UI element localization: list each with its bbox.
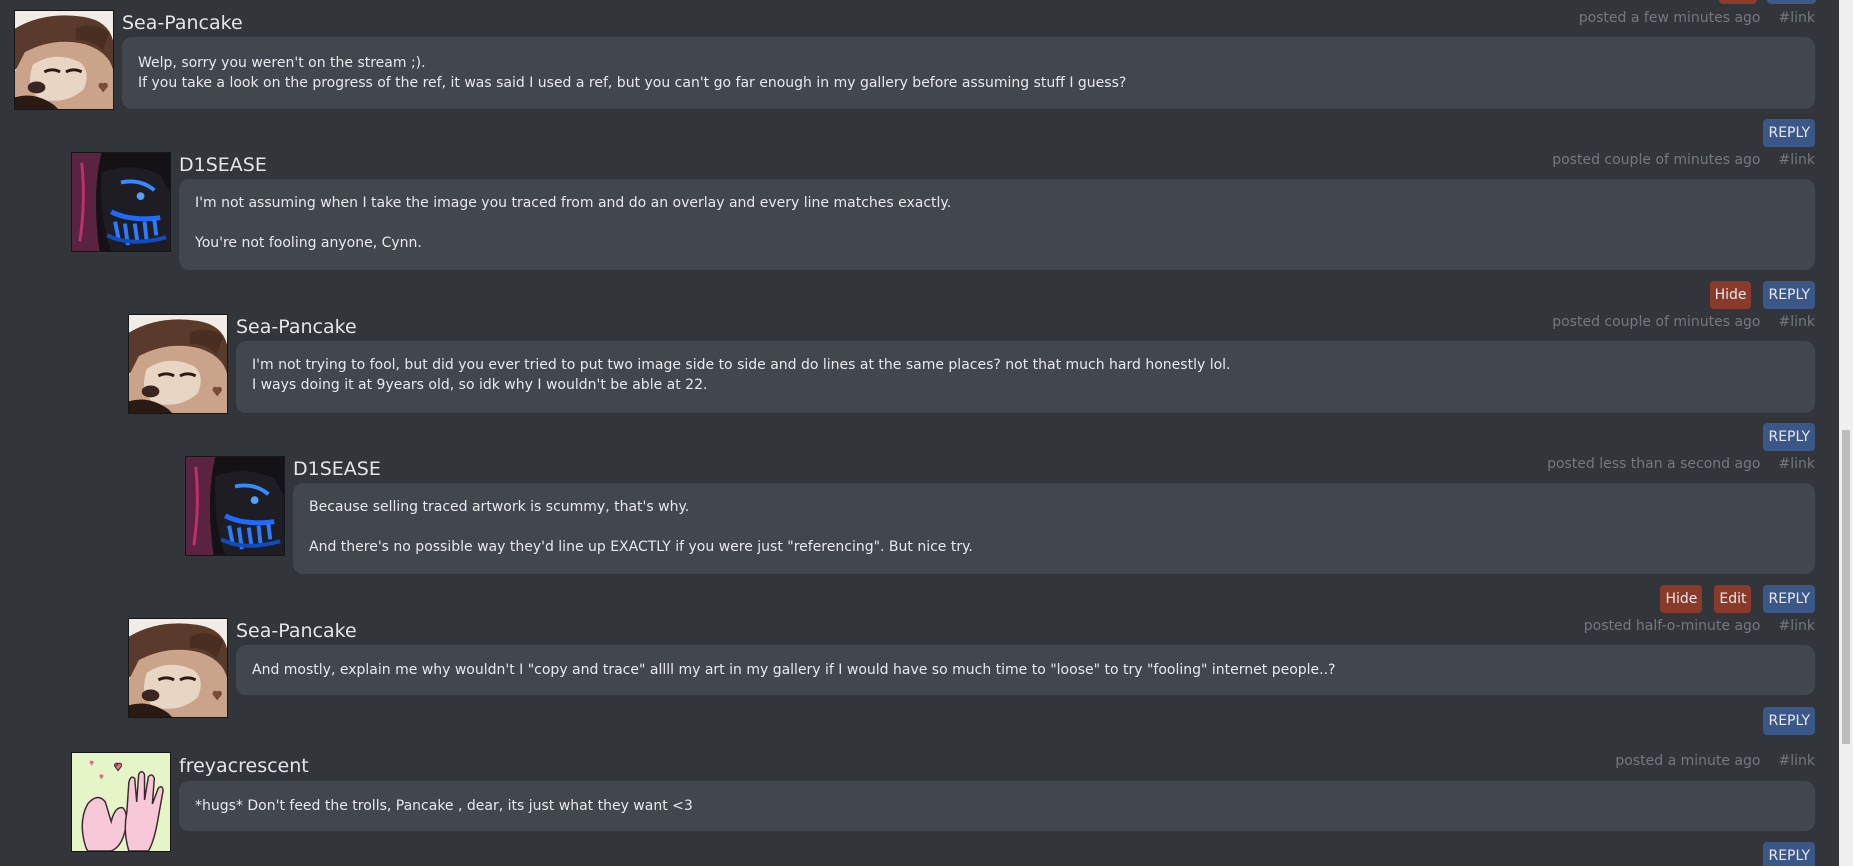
permalink[interactable]: #link xyxy=(1779,314,1816,330)
avatar[interactable] xyxy=(128,314,228,414)
comment-meta: posted half-o-minute ago #link xyxy=(1584,618,1815,634)
edit-button[interactable]: Edit xyxy=(1714,585,1752,613)
username[interactable]: Sea-Pancake xyxy=(236,316,357,338)
comment-line: If you take a look on the progress of th… xyxy=(138,75,1127,91)
comment-line xyxy=(195,213,1799,233)
timestamp: posted half-o-minute ago xyxy=(1583,618,1761,634)
comment-line: And mostly, explain me why wouldn't I "c… xyxy=(252,662,1336,678)
scrollbar-thumb[interactable] xyxy=(1842,430,1850,744)
comment-body: And mostly, explain me why wouldn't I "c… xyxy=(236,645,1815,695)
reply-button[interactable]: REPLY xyxy=(1763,281,1815,309)
comment-body: I'm not trying to fool, but did you ever… xyxy=(236,341,1815,413)
avatar[interactable] xyxy=(71,752,171,852)
comment-actions: Hide Edit REPLY xyxy=(1660,585,1815,613)
comment-actions: REPLY xyxy=(1763,842,1815,866)
d1sease-avatar-icon xyxy=(186,457,284,555)
comment-body: Because selling traced artwork is scummy… xyxy=(293,483,1815,574)
username[interactable]: D1SEASE xyxy=(293,458,381,480)
comment: Sea-Pancake posted a few minutes ago #li… xyxy=(14,0,1815,110)
comment-line: Welp, sorry you weren't on the stream ;)… xyxy=(138,55,426,71)
avatar[interactable] xyxy=(128,618,228,718)
avatar[interactable] xyxy=(14,10,114,110)
comment-actions: REPLY xyxy=(1763,423,1815,451)
comment: Sea-Pancake posted couple of minutes ago… xyxy=(128,312,1815,415)
d1sease-avatar-icon xyxy=(72,153,170,251)
comment: D1SEASE posted less than a second ago #l… xyxy=(185,454,1815,576)
comment-line: You're not fooling anyone, Cynn. xyxy=(195,235,422,251)
timestamp: posted couple of minutes ago xyxy=(1552,152,1761,168)
comment-body: Welp, sorry you weren't on the stream ;)… xyxy=(122,37,1815,109)
comment-meta: posted couple of minutes ago #link xyxy=(1552,152,1815,168)
username[interactable]: Sea-Pancake xyxy=(122,12,243,34)
comment-thread: Sea-Pancake posted a few minutes ago #li… xyxy=(0,0,1853,866)
avatar[interactable] xyxy=(71,152,171,252)
comment-line: *hugs* Don't feed the trolls, Pancake , … xyxy=(195,798,693,814)
comment: freyacrescent posted a minute ago #link … xyxy=(71,750,1815,852)
comment-line: And there's no possible way they'd line … xyxy=(309,539,973,555)
comment-actions: REPLY xyxy=(1763,119,1815,147)
timestamp: posted a few minutes ago xyxy=(1578,10,1761,26)
reply-button[interactable]: REPLY xyxy=(1763,119,1815,147)
hide-button[interactable]: Hide xyxy=(1660,585,1703,613)
permalink[interactable]: #link xyxy=(1779,10,1816,26)
avatar[interactable] xyxy=(185,456,285,556)
sea-pancake-avatar-icon xyxy=(15,11,113,109)
comment-line: I'm not trying to fool, but did you ever… xyxy=(252,357,1231,373)
comment: Sea-Pancake posted half-o-minute ago #li… xyxy=(128,616,1815,719)
sea-pancake-avatar-icon xyxy=(129,619,227,717)
comment-line: I'm not assuming when I take the image y… xyxy=(195,195,952,211)
comment-line: Because selling traced artwork is scummy… xyxy=(309,499,690,515)
comment-meta: posted a few minutes ago #link xyxy=(1579,10,1815,26)
hide-button[interactable]: Hide xyxy=(1709,281,1752,309)
sea-pancake-avatar-icon xyxy=(129,315,227,413)
freyacrescent-avatar-icon xyxy=(72,753,170,851)
username[interactable]: Sea-Pancake xyxy=(236,620,357,642)
permalink[interactable]: #link xyxy=(1779,753,1816,769)
comment-actions: REPLY xyxy=(1763,707,1815,735)
comment: D1SEASE posted couple of minutes ago #li… xyxy=(71,150,1815,272)
comment-line: I ways doing it at 9years old, so idk wh… xyxy=(252,377,708,393)
comment-body: I'm not assuming when I take the image y… xyxy=(179,179,1815,270)
timestamp: posted a minute ago xyxy=(1615,753,1761,769)
comment-meta: posted couple of minutes ago #link xyxy=(1552,314,1815,330)
timestamp: posted couple of minutes ago xyxy=(1552,314,1761,330)
username[interactable]: D1SEASE xyxy=(179,154,267,176)
reply-button[interactable]: REPLY xyxy=(1763,842,1815,866)
reply-button[interactable]: REPLY xyxy=(1763,585,1815,613)
comment-line xyxy=(309,517,1799,537)
permalink[interactable]: #link xyxy=(1779,618,1816,634)
comment-meta: posted less than a second ago #link xyxy=(1547,456,1815,472)
username[interactable]: freyacrescent xyxy=(179,755,309,777)
permalink[interactable]: #link xyxy=(1779,456,1816,472)
permalink[interactable]: #link xyxy=(1779,152,1816,168)
vertical-scrollbar[interactable] xyxy=(1839,0,1853,866)
comment-actions: Hide REPLY xyxy=(1709,281,1815,309)
reply-button[interactable]: REPLY xyxy=(1763,707,1815,735)
comment-body: *hugs* Don't feed the trolls, Pancake , … xyxy=(179,781,1815,831)
comment-meta: posted a minute ago #link xyxy=(1615,753,1815,769)
reply-button[interactable]: REPLY xyxy=(1763,423,1815,451)
timestamp: posted less than a second ago xyxy=(1547,456,1761,472)
